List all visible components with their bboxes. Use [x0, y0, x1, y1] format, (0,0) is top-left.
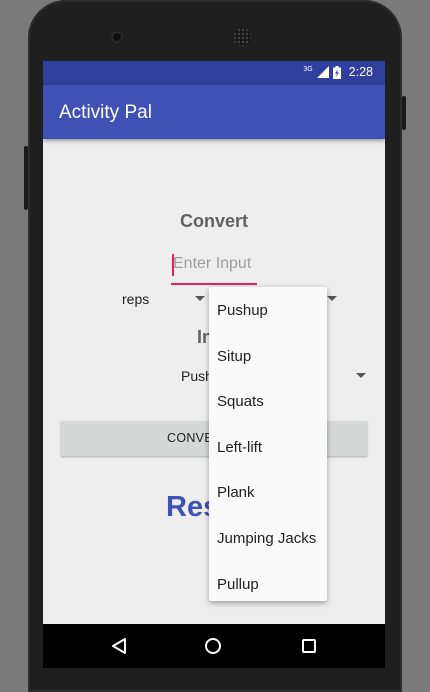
- recents-icon[interactable]: [301, 638, 317, 654]
- screen: 3G 2:28 Activity Pal Convert reps In Pus…: [43, 61, 385, 668]
- dropdown-item[interactable]: Pushup: [209, 288, 327, 334]
- convert-label: Convert: [179, 211, 248, 231]
- dropdown-item[interactable]: Squats: [209, 379, 327, 425]
- status-time: 2:28: [348, 65, 373, 79]
- chevron-down-icon: [195, 296, 205, 301]
- text-cursor: [172, 254, 174, 276]
- app-bar: Activity Pal: [43, 85, 385, 139]
- dropdown-item[interactable]: Jumping Jacks: [209, 516, 327, 562]
- convert-button-label: CONVE: [167, 431, 213, 445]
- input-field-wrapper: [171, 249, 259, 285]
- navigation-bar: [43, 624, 385, 668]
- dropdown-item[interactable]: Pullup: [209, 562, 327, 608]
- battery-icon: [332, 65, 341, 79]
- earpiece-speaker: [233, 28, 251, 46]
- from-unit-spinner[interactable]: reps: [122, 291, 149, 307]
- dropdown-item[interactable]: Left-lift: [209, 425, 327, 471]
- chevron-down-icon: [327, 296, 337, 301]
- app-title: Activity Pal: [59, 102, 152, 123]
- activity-dropdown: Pushup Situp Squats Left-lift Plank Jump…: [209, 287, 327, 601]
- dropdown-item[interactable]: Situp: [209, 334, 327, 380]
- chevron-down-icon: [356, 373, 366, 378]
- power-button: [402, 96, 406, 130]
- dropdown-item[interactable]: Plank: [209, 470, 327, 516]
- status-bar: 3G 2:28: [43, 61, 385, 85]
- network-type: 3G: [303, 65, 313, 73]
- back-icon[interactable]: [111, 637, 127, 655]
- volume-button: [24, 146, 28, 210]
- home-icon[interactable]: [204, 637, 222, 655]
- amount-input[interactable]: [171, 249, 259, 279]
- signal-icon: [316, 66, 329, 78]
- front-camera: [111, 31, 123, 43]
